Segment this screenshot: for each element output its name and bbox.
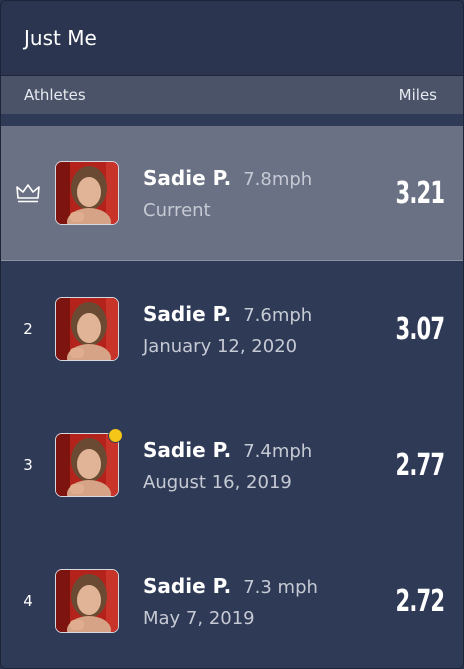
avatar-photo [55,161,119,225]
athlete-speed: 7.6mph [243,304,313,326]
avatar[interactable] [55,161,119,225]
athlete-info: Sadie P. 7.3 mph May 7, 2019 [143,574,329,629]
athlete-info: Sadie P. 7.8mph Current [143,166,329,221]
row-date: January 12, 2020 [143,335,298,357]
leaderboard-row[interactable]: Sadie P. 7.8mph Current 3.21 [1,126,463,261]
avatar-photo [55,297,119,361]
athlete-speed: 7.8mph [243,168,313,190]
row-date: August 16, 2019 [143,471,292,493]
athlete-info: Sadie P. 7.6mph January 12, 2020 [143,302,329,357]
avatar[interactable] [55,569,119,633]
avatar[interactable] [55,428,123,497]
panel-title-bar: Just Me [1,1,463,76]
rank-number: 3 [23,456,33,474]
avatar-photo [55,433,119,497]
miles-value: 3.07 [395,311,445,347]
row-subtitle: Current [143,199,211,221]
miles-value: 2.72 [395,583,445,619]
avatar[interactable] [55,297,119,361]
leaderboard-row[interactable]: 3 Sadie P. 7.4mph August 16, 2019 2.77 [1,397,463,533]
leaderboard-row[interactable]: 2 Sadie P. 7.6mph January 12, 2020 3.07 [1,261,463,397]
miles-column-label: Miles [398,86,437,104]
column-header: Athletes Miles [1,76,463,114]
athlete-name: Sadie P. [143,573,232,598]
athlete-name: Sadie P. [143,301,232,326]
status-dot [108,428,123,443]
athlete-info: Sadie P. 7.4mph August 16, 2019 [143,438,329,493]
athlete-speed: 7.3 mph [243,576,318,598]
row-date: May 7, 2019 [143,607,255,629]
athlete-name: Sadie P. [143,165,232,190]
rank-number: 4 [23,592,33,610]
athletes-column-label: Athletes [24,86,86,104]
leaderboard-panel: Just Me Athletes Miles Sadie P. 7.8mph C… [0,0,464,669]
athlete-name: Sadie P. [143,437,232,462]
crown-icon [16,184,40,203]
avatar-photo [55,569,119,633]
panel-title: Just Me [24,26,97,50]
rank-number: 2 [23,320,33,338]
miles-value: 3.21 [395,175,445,211]
leaderboard-row[interactable]: 4 Sadie P. 7.3 mph May 7, 2019 2.72 [1,533,463,668]
header-spacer [1,114,463,126]
miles-value: 2.77 [395,447,445,483]
athlete-speed: 7.4mph [243,440,313,462]
rank-cell [1,182,55,204]
